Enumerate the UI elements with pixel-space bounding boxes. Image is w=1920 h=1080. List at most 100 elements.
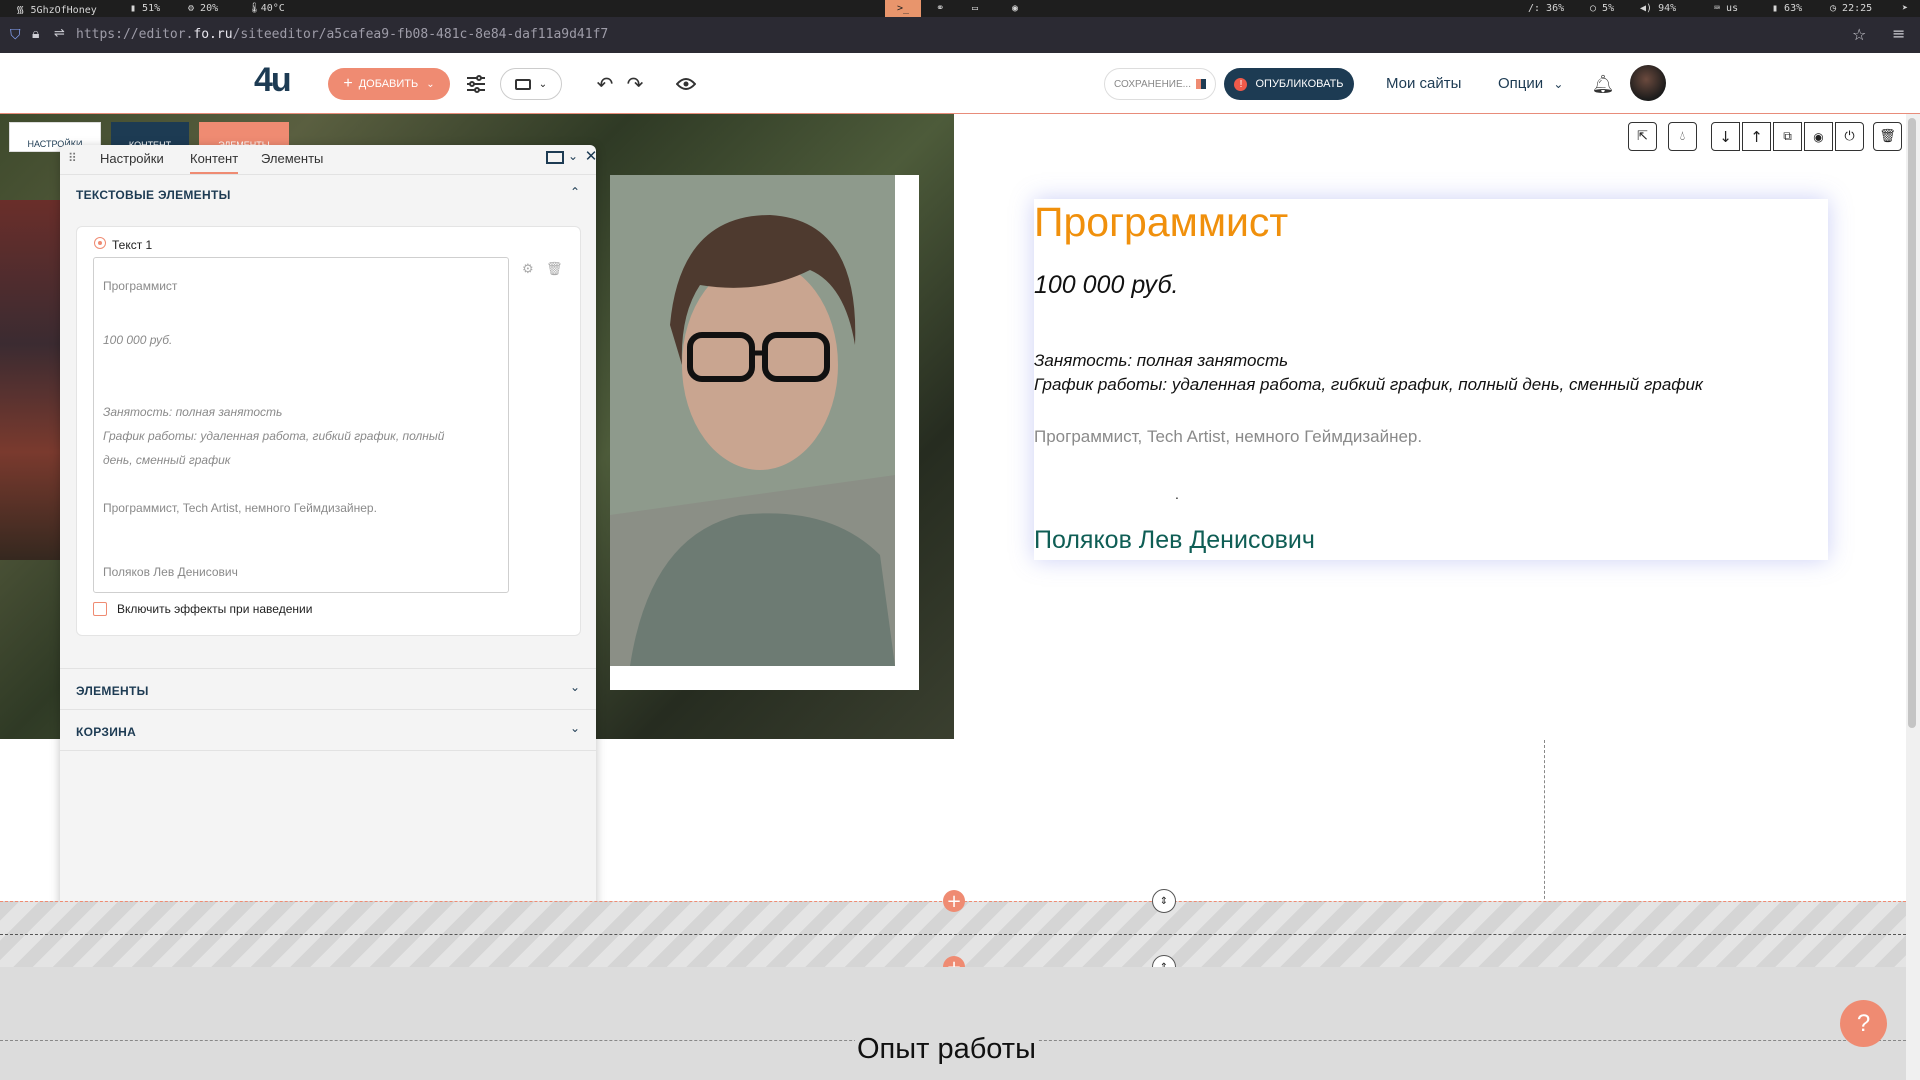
browser-url-bar[interactable]: ⛉ 🔒︎ ⇌ https://editor.fo.ru/siteeditor/a… bbox=[0, 17, 1920, 53]
options-menu[interactable]: Опции ⌄ bbox=[1498, 75, 1563, 92]
resume-about: Программист, Tech Artist, немного Геймди… bbox=[1034, 427, 1423, 446]
device-view-select[interactable]: ⌄ bbox=[500, 68, 562, 100]
chevron-down-icon: ⌄ bbox=[1553, 77, 1564, 91]
monitor-icon bbox=[514, 78, 531, 90]
dock-icon[interactable] bbox=[546, 151, 564, 164]
url-text[interactable]: https://editor.fo.ru/siteeditor/a5cafea9… bbox=[76, 27, 608, 42]
alert-icon: ! bbox=[1234, 77, 1248, 91]
editor-line-schedule: График работы: удаленная работа, гибкий … bbox=[103, 429, 445, 443]
chevron-down-icon[interactable]: ⌄ bbox=[570, 721, 580, 735]
redo-icon[interactable]: ↷ bbox=[622, 68, 648, 100]
trash-icon[interactable]: 🗑︎ bbox=[546, 262, 563, 277]
copy-icon[interactable]: ⧉ bbox=[1773, 122, 1802, 151]
send-icon: ➤ bbox=[1902, 3, 1909, 14]
system-status-bar: ᯾ 5GhzOfHoney ▮ 51% ⚙ 20% 🌡40°C >_ ⚭ ▭ ◉… bbox=[0, 0, 1920, 17]
keyboard-layout: ⌨ us bbox=[1714, 3, 1739, 14]
move-up-icon[interactable]: ↑ bbox=[1742, 122, 1771, 151]
lock-icon[interactable]: 🔒︎ bbox=[32, 26, 39, 42]
app-icon[interactable]: ⚭ bbox=[936, 3, 944, 14]
move-down-icon[interactable]: ↓ bbox=[1711, 122, 1740, 151]
publish-button[interactable]: ! ОПУБЛИКОВАТЬ bbox=[1224, 68, 1354, 100]
power-icon[interactable]: ⏻ bbox=[1835, 122, 1864, 151]
chevron-down-icon: ⌄ bbox=[538, 78, 548, 90]
avatar[interactable] bbox=[1630, 65, 1666, 101]
load-status: ○ 5% bbox=[1590, 3, 1615, 14]
open-external-icon[interactable]: ⇱ bbox=[1628, 122, 1657, 151]
text-item-label: Текст 1 bbox=[112, 238, 153, 252]
chevron-up-icon[interactable]: ⌃ bbox=[570, 185, 580, 199]
undo-icon[interactable]: ↶ bbox=[592, 68, 618, 100]
resize-handle-icon[interactable]: ⇕ bbox=[1152, 889, 1176, 913]
wifi-status: ᯾ 5GhzOfHoney bbox=[16, 4, 97, 16]
drag-handle-icon[interactable]: ⠿ bbox=[68, 151, 77, 165]
resume-name: Поляков Лев Денисович bbox=[1034, 526, 1315, 554]
hover-effects-label: Включить эффекты при наведении bbox=[117, 602, 313, 616]
battery-left-status: ▮ 51% bbox=[130, 3, 161, 14]
clock: ◷ 22:25 bbox=[1830, 3, 1873, 14]
resume-dot: . bbox=[1175, 486, 1179, 502]
gear-icon[interactable]: ⚙ bbox=[522, 262, 534, 277]
photo-illustration bbox=[610, 175, 895, 666]
bell-icon[interactable]: 🔔︎ bbox=[1592, 69, 1615, 99]
my-sites-link[interactable]: Мои сайты bbox=[1386, 75, 1461, 92]
close-icon[interactable]: ✕ bbox=[585, 147, 598, 165]
background-shop-detail bbox=[0, 200, 62, 560]
text-editor-field[interactable]: Программист 100 000 руб. Занятость: полн… bbox=[93, 257, 509, 593]
delete-icon[interactable]: 🗑︎ bbox=[1873, 122, 1902, 151]
logo[interactable]: 4u bbox=[254, 61, 292, 100]
editor-line-title: Программист bbox=[103, 279, 178, 293]
cart-section-title[interactable]: КОРЗИНА bbox=[76, 725, 136, 739]
temperature-status: 🌡40°C bbox=[248, 3, 285, 14]
bookmark-star-icon[interactable]: ☆ bbox=[1852, 25, 1866, 44]
editor-line-schedule-cont: день, сменный график bbox=[103, 453, 231, 467]
editor-line-about: Программист, Tech Artist, немного Геймди… bbox=[103, 501, 377, 515]
resume-title: Программист bbox=[1034, 199, 1289, 245]
preview-eye-icon[interactable] bbox=[672, 68, 700, 100]
menu-icon[interactable]: ≡ bbox=[1892, 24, 1905, 43]
add-button[interactable]: + ДОБАВИТЬ ⌄ bbox=[328, 68, 450, 100]
plus-icon: + bbox=[343, 75, 353, 92]
elements-section-title[interactable]: ЭЛЕМЕНТЫ bbox=[76, 684, 149, 698]
panel-tab-settings[interactable]: Настройки bbox=[100, 151, 164, 166]
disk-status: /: 36% bbox=[1528, 3, 1565, 14]
panel-tab-content[interactable]: Контент bbox=[190, 151, 239, 174]
resume-text-block[interactable]: Программист 100 000 руб. Занятость: полн… bbox=[1034, 199, 1828, 560]
chevron-down-icon: ⌄ bbox=[426, 78, 435, 90]
divider bbox=[60, 668, 596, 669]
target-icon[interactable] bbox=[94, 237, 106, 249]
text-elements-section-title[interactable]: ТЕКСТОВЫЕ ЭЛЕМЕНТЫ bbox=[76, 188, 231, 202]
panel-tab-elements[interactable]: Элементы bbox=[261, 151, 323, 166]
saving-indicator-icon bbox=[1195, 79, 1206, 89]
chat-icon[interactable]: ▭ bbox=[972, 3, 978, 14]
visibility-icon[interactable]: ◉ bbox=[1804, 122, 1833, 151]
divider bbox=[60, 750, 596, 751]
help-button[interactable]: ? bbox=[1840, 1000, 1887, 1047]
editor-toolbar: 4u + ДОБАВИТЬ ⌄ ⌄ ↶ ↷ СОХРАНЕНИЕ... ! ОП… bbox=[0, 53, 1920, 114]
shield-icon[interactable]: ⛉ bbox=[10, 27, 21, 43]
permissions-icon[interactable]: ⇌ bbox=[54, 26, 65, 41]
profile-photo[interactable] bbox=[610, 175, 895, 666]
volume-status: ◀) 94% bbox=[1640, 3, 1677, 14]
scrollbar-thumb[interactable] bbox=[1908, 118, 1916, 728]
editor-line-employment: Занятость: полная занятость bbox=[103, 405, 283, 419]
editor-line-name: Поляков Лев Денисович bbox=[103, 565, 238, 579]
cpu-status: ⚙ 20% bbox=[188, 3, 219, 14]
section-border bbox=[0, 934, 1906, 935]
hover-effects-checkbox[interactable] bbox=[93, 602, 107, 616]
resume-employment: Занятость: полная занятость bbox=[1034, 351, 1289, 370]
battery-status: ▮ 63% bbox=[1772, 3, 1803, 14]
settings-sliders-icon[interactable] bbox=[462, 68, 490, 100]
experience-title[interactable]: Опыт работы bbox=[855, 1033, 1038, 1066]
color-drop-icon[interactable]: 💧︎ bbox=[1668, 122, 1697, 151]
editor-line-salary: 100 000 руб. bbox=[103, 333, 173, 347]
add-section-button[interactable]: + bbox=[943, 890, 965, 912]
chevron-down-icon[interactable]: ⌄ bbox=[568, 149, 578, 163]
chevron-down-icon[interactable]: ⌄ bbox=[570, 680, 580, 694]
resume-schedule: График работы: удаленная работа, гибкий … bbox=[1034, 375, 1703, 394]
divider bbox=[60, 174, 596, 175]
divider bbox=[60, 709, 596, 710]
resume-salary: 100 000 руб. bbox=[1034, 271, 1179, 299]
saving-status: СОХРАНЕНИЕ... bbox=[1104, 68, 1216, 100]
sync-icon[interactable]: ◉ bbox=[1012, 3, 1018, 14]
terminal-icon[interactable]: >_ bbox=[885, 0, 921, 17]
